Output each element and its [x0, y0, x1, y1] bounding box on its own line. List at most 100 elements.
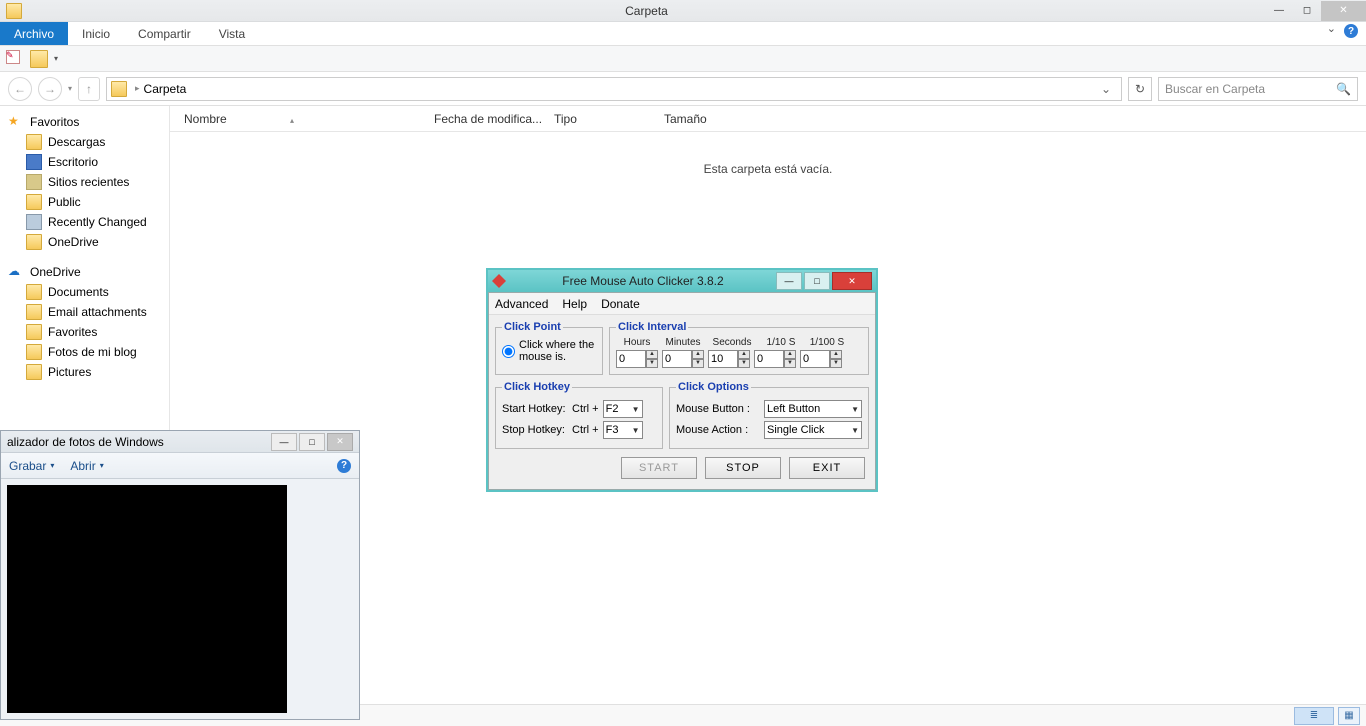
up-arrow-icon[interactable]: ▲ [738, 350, 750, 359]
spin-tenth[interactable]: ▲▼ [754, 350, 796, 368]
pv-abrir-button[interactable]: Abrir▾ [70, 459, 103, 473]
radio-click-where-mouse[interactable]: Click where the mouse is. [502, 337, 596, 365]
view-details-button[interactable]: ≣ [1294, 707, 1334, 725]
onedrive-icon: ☁ [8, 264, 24, 280]
spin-hund[interactable]: ▲▼ [800, 350, 842, 368]
sidebar-item-descargas[interactable]: Descargas [0, 132, 169, 152]
start-button[interactable]: START [621, 457, 697, 479]
sidebar-item-sitios-recientes[interactable]: Sitios recientes [0, 172, 169, 192]
sidebar-item-email-attachments[interactable]: Email attachments [0, 302, 169, 322]
star-icon: ★ [8, 114, 24, 130]
radio-input[interactable] [502, 345, 515, 358]
new-folder-icon[interactable] [30, 50, 48, 68]
help-icon: ? [1344, 24, 1358, 38]
ck-minimize-button[interactable]: — [776, 272, 802, 290]
up-arrow-icon[interactable]: ▲ [784, 350, 796, 359]
select-start-hotkey[interactable]: F2▼ [603, 400, 643, 418]
breadcrumb[interactable]: ▸ Carpeta ⌄ [106, 77, 1122, 101]
input-hours[interactable] [616, 350, 646, 368]
up-arrow-icon[interactable]: ▲ [830, 350, 842, 359]
sidebar-item-recently-changed[interactable]: Recently Changed [0, 212, 169, 232]
sidebar-item-public[interactable]: Public [0, 192, 169, 212]
spin-seconds[interactable]: ▲▼ [708, 350, 750, 368]
qat-dropdown-icon[interactable]: ▾ [54, 54, 58, 63]
down-arrow-icon[interactable]: ▼ [692, 359, 704, 368]
tab-view[interactable]: Vista [205, 22, 259, 45]
diamond-icon [492, 274, 506, 288]
input-minutes[interactable] [662, 350, 692, 368]
hdr-minutes: Minutes [662, 337, 704, 348]
sidebar-item-onedrive-fav[interactable]: OneDrive [0, 232, 169, 252]
spin-hours[interactable]: ▲▼ [616, 350, 658, 368]
sidebar-item-pictures[interactable]: Pictures [0, 362, 169, 382]
maximize-button[interactable]: ◻ [1293, 1, 1321, 21]
pv-help-button[interactable]: ? [337, 459, 351, 473]
up-arrow-icon[interactable]: ▲ [646, 350, 658, 359]
col-size[interactable]: Tamaño [664, 112, 744, 126]
desktop-icon [26, 154, 42, 170]
sidebar-item-fotos-blog[interactable]: Fotos de mi blog [0, 342, 169, 362]
input-hund[interactable] [800, 350, 830, 368]
stop-button[interactable]: STOP [705, 457, 781, 479]
down-arrow-icon[interactable]: ▼ [830, 359, 842, 368]
ck-maximize-button[interactable]: □ [804, 272, 830, 290]
nav-back-button[interactable]: ← [8, 77, 32, 101]
nav-history-icon[interactable]: ▾ [68, 84, 72, 93]
tab-share[interactable]: Compartir [124, 22, 205, 45]
column-headers: Nombre ▴ Fecha de modifica... Tipo Tamañ… [170, 106, 1366, 132]
down-arrow-icon[interactable]: ▼ [646, 359, 658, 368]
tab-file[interactable]: Archivo [0, 22, 68, 45]
pv-maximize-button[interactable]: □ [299, 433, 325, 451]
explorer-titlebar: Carpeta — ◻ ✕ [0, 0, 1366, 22]
col-modified[interactable]: Fecha de modifica... [434, 112, 554, 126]
select-stop-hotkey[interactable]: F3▼ [603, 421, 643, 439]
search-input[interactable]: Buscar en Carpeta 🔍 [1158, 77, 1358, 101]
select-mouse-action[interactable]: Single Click▼ [764, 421, 862, 439]
sidebar-item-escritorio[interactable]: Escritorio [0, 152, 169, 172]
help-button[interactable]: ? [1342, 22, 1360, 40]
chevron-down-icon: ▼ [628, 426, 640, 435]
menu-advanced[interactable]: Advanced [495, 297, 548, 311]
photo-image [7, 485, 287, 713]
address-bar-row: ← → ▾ ↑ ▸ Carpeta ⌄ ↻ Buscar en Carpeta … [0, 72, 1366, 106]
sidebar-group-onedrive[interactable]: ☁ OneDrive [0, 262, 169, 282]
folder-icon [111, 81, 127, 97]
refresh-button[interactable]: ↻ [1128, 77, 1152, 101]
properties-icon[interactable]: ✎ [6, 50, 24, 68]
quick-access-toolbar: ✎ ▾ [0, 46, 1366, 72]
sidebar-item-documents[interactable]: Documents [0, 282, 169, 302]
folder-icon [26, 304, 42, 320]
col-name[interactable]: Nombre ▴ [184, 112, 434, 126]
nav-up-button[interactable]: ↑ [78, 77, 100, 101]
up-arrow-icon[interactable]: ▲ [692, 350, 704, 359]
menu-donate[interactable]: Donate [601, 297, 640, 311]
breadcrumb-dropdown-icon[interactable]: ⌄ [1095, 82, 1117, 96]
input-seconds[interactable] [708, 350, 738, 368]
hdr-hours: Hours [616, 337, 658, 348]
input-tenth[interactable] [754, 350, 784, 368]
legend-click-hotkey: Click Hotkey [502, 381, 572, 393]
sidebar-item-favorites[interactable]: Favorites [0, 322, 169, 342]
nav-forward-button[interactable]: → [38, 77, 62, 101]
down-arrow-icon[interactable]: ▼ [784, 359, 796, 368]
exit-button[interactable]: EXIT [789, 457, 865, 479]
view-icons-button[interactable]: ▦ [1338, 707, 1360, 725]
down-arrow-icon[interactable]: ▼ [738, 359, 750, 368]
select-mouse-button[interactable]: Left Button▼ [764, 400, 862, 418]
tab-home[interactable]: Inicio [68, 22, 124, 45]
ck-close-button[interactable]: ✕ [832, 272, 872, 290]
col-type[interactable]: Tipo [554, 112, 664, 126]
minimize-button[interactable]: — [1265, 1, 1293, 21]
clicker-menubar: Advanced Help Donate [489, 293, 875, 315]
chevron-down-icon: ▾ [100, 461, 104, 470]
close-button[interactable]: ✕ [1321, 1, 1366, 21]
pv-minimize-button[interactable]: — [271, 433, 297, 451]
spin-minutes[interactable]: ▲▼ [662, 350, 704, 368]
sidebar-group-favorites[interactable]: ★ Favoritos [0, 112, 169, 132]
photo-viewer-titlebar: alizador de fotos de Windows — □ ✕ [1, 431, 359, 453]
ribbon-expand-icon[interactable]: ⌄ [1321, 22, 1342, 45]
pv-close-button[interactable]: ✕ [327, 433, 353, 451]
folder-icon [26, 284, 42, 300]
menu-help[interactable]: Help [562, 297, 587, 311]
pv-grabar-button[interactable]: Grabar▾ [9, 459, 54, 473]
